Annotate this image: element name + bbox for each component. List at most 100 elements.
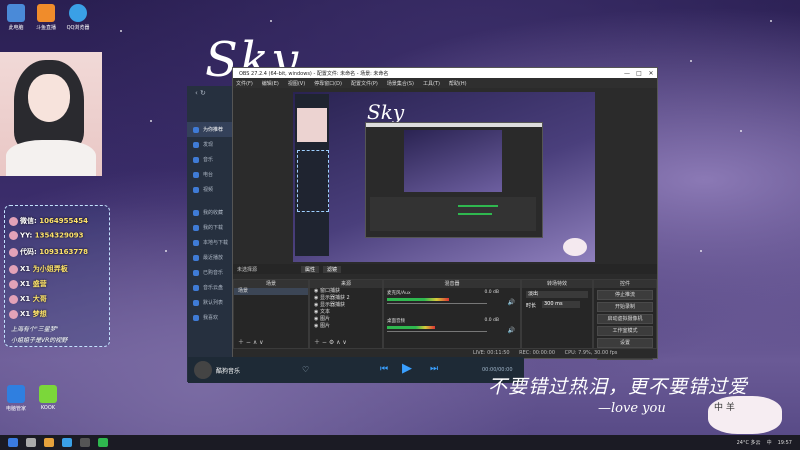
sidebar-item[interactable]: 为你推荐	[187, 122, 233, 137]
maximize-icon[interactable]: □	[633, 70, 645, 77]
explorer-icon[interactable]	[44, 438, 54, 447]
gift-footer-line: 上海有个"三星梦"	[11, 326, 59, 333]
sidebar-item[interactable]: 我的收藏	[187, 205, 233, 220]
audio-meter	[387, 298, 449, 301]
source-item[interactable]: ◉ 窗口捕获	[310, 288, 382, 295]
menu-profile[interactable]: 配置文件(P)	[351, 80, 378, 87]
menu-help[interactable]: 帮助(H)	[449, 80, 467, 87]
studio-mode-button[interactable]: 工作室模式	[597, 326, 653, 336]
no-source-label: 未选择源	[237, 266, 258, 273]
source-add-remove-icons[interactable]: ＋ − ⚙ ∧ ∨	[314, 337, 347, 346]
computer-icon	[7, 4, 25, 22]
gift-footer-line: 小姐姐子是VR的视野	[11, 337, 68, 344]
start-recording-button[interactable]: 开始录制	[597, 302, 653, 312]
weather[interactable]: 24°C 多云	[737, 439, 761, 446]
menu-scene-collection[interactable]: 场景集合(S)	[387, 80, 414, 87]
menu-view[interactable]: 视图(V)	[288, 80, 305, 87]
menu-docks[interactable]: 停靠窗口(D)	[314, 80, 342, 87]
duration-input[interactable]: 300 ms	[542, 301, 580, 308]
eye-icon[interactable]: ◉	[314, 316, 318, 322]
pig-sticker: 中 羊	[708, 396, 782, 434]
menu-file[interactable]: 文件(F)	[236, 80, 253, 87]
menu-tools[interactable]: 工具(T)	[423, 80, 440, 87]
cpu-fps: CPU: 7.9%, 30.00 fps	[564, 350, 618, 356]
obs-titlebar[interactable]: OBS 27.2.4 (64-bit, windows) - 配置文件: 未命名…	[233, 68, 657, 78]
sidebar-item[interactable]: 最近播放	[187, 250, 233, 265]
desktop-icon-kook[interactable]: KOOK	[34, 385, 62, 411]
source-item[interactable]: ◉ 文本	[310, 309, 382, 316]
source-item[interactable]: ◉ 图片	[310, 316, 382, 323]
obs-taskbar-icon[interactable]	[80, 438, 90, 447]
scene-item[interactable]: 场景	[234, 288, 308, 295]
qq-browser-icon	[69, 4, 87, 22]
desktop-icon-qq-browser[interactable]: QQ浏览器	[64, 4, 92, 31]
search-icon[interactable]	[26, 438, 36, 447]
sidebar-item[interactable]: 默认列表	[187, 295, 233, 310]
virtual-camera-button[interactable]: 启动虚拟摄像机	[597, 314, 653, 324]
nav-back-icon[interactable]: ‹ ↻	[187, 86, 233, 100]
speaker-icon[interactable]: 🔊	[508, 299, 515, 306]
eye-icon[interactable]: ◉	[314, 302, 318, 308]
gift-overlay: 微信: 1064955454 YY: 1354329093 代码: 109316…	[4, 205, 110, 347]
properties-button[interactable]: 属性	[301, 265, 320, 273]
eye-icon[interactable]: ◉	[314, 323, 318, 329]
preview-gift-overlay	[297, 150, 329, 212]
minimize-icon[interactable]: —	[621, 70, 633, 77]
volume-slider[interactable]	[387, 331, 487, 332]
sources-dock: 来源 ◉ 窗口捕获 ◉ 显示器捕获 2 ◉ 显示器捕获 ◉ 文本 ◉ 图片 ◉ …	[309, 279, 383, 349]
filters-button[interactable]: 滤镜	[323, 265, 342, 273]
audio-meter	[387, 326, 435, 329]
system-tray: 24°C 多云 中 19:57	[731, 439, 800, 447]
sources-header: 来源	[310, 280, 382, 288]
sidebar-item[interactable]: 我的下载	[187, 220, 233, 235]
obs-preview[interactable]: Sky	[293, 92, 595, 262]
stop-streaming-button[interactable]: 停止推流	[597, 290, 653, 300]
menu-edit[interactable]: 编辑(E)	[262, 80, 279, 87]
browser-icon[interactable]	[62, 438, 72, 447]
transitions-dock: 转场特效 淡出 时长 300 ms	[521, 279, 593, 349]
source-item[interactable]: ◉ 显示器捕获	[310, 302, 382, 309]
mixer-dock: 混音器 麦克风/Aux 0.0 dB 🔊 桌面音频 0.0 dB 🔊	[383, 279, 521, 349]
sidebar-item[interactable]: 音乐	[187, 152, 233, 167]
eye-icon[interactable]: ◉	[314, 288, 318, 294]
kook-icon	[39, 385, 57, 403]
mixer-channel-desktop: 桌面音频 0.0 dB 🔊	[387, 318, 515, 334]
desktop-icon-douyu[interactable]: 斗鱼直播	[32, 4, 60, 31]
sidebar-item[interactable]: 我喜欢	[187, 310, 233, 325]
sidebar-item[interactable]: 本地与下载	[187, 235, 233, 250]
transition-select[interactable]: 淡出	[526, 291, 588, 298]
controls-header: 控件	[594, 280, 656, 288]
scenes-header: 场景	[234, 280, 308, 288]
sidebar-item[interactable]: 已购音乐	[187, 265, 233, 280]
close-icon[interactable]: ✕	[645, 70, 657, 77]
eye-icon[interactable]: ◉	[314, 295, 318, 301]
next-icon[interactable]: ⏭	[430, 364, 438, 374]
album-art[interactable]	[194, 361, 212, 379]
eye-icon[interactable]: ◉	[314, 309, 318, 315]
previous-icon[interactable]: ⏮	[380, 364, 388, 374]
source-item[interactable]: ◉ 图片	[310, 323, 382, 330]
obs-menubar: 文件(F) 编辑(E) 视图(V) 停靠窗口(D) 配置文件(P) 场景集合(S…	[233, 78, 657, 88]
sidebar-item[interactable]: 发现	[187, 137, 233, 152]
scene-add-remove-icons[interactable]: ＋ − ∧ ∨	[238, 337, 264, 346]
music-taskbar-icon[interactable]	[98, 438, 108, 447]
sidebar-item[interactable]: 视频	[187, 182, 233, 197]
desktop-icon-this-pc[interactable]: 此电脑	[2, 4, 30, 31]
sidebar-item[interactable]: 电台	[187, 167, 233, 182]
taskbar: 24°C 多云 中 19:57	[0, 435, 800, 450]
play-icon[interactable]: ▶	[402, 361, 412, 376]
language-indicator[interactable]: 中	[767, 439, 772, 446]
volume-slider[interactable]	[387, 303, 487, 304]
clock[interactable]: 19:57	[778, 440, 792, 446]
music-sidebar: ‹ ↻ 为你推荐 发现 音乐 电台 视频 我的收藏 我的下载 本地与下载 最近播…	[187, 86, 233, 382]
mixer-channel-mic: 麦克风/Aux 0.0 dB 🔊	[387, 290, 515, 306]
start-icon[interactable]	[8, 438, 18, 447]
sidebar-item[interactable]: 音乐云盘	[187, 280, 233, 295]
like-icon[interactable]: ♡	[302, 365, 309, 374]
speaker-icon[interactable]: 🔊	[508, 327, 515, 334]
source-item[interactable]: ◉ 显示器捕获 2	[310, 295, 382, 302]
obs-source-toolbar: 未选择源 属性 滤镜	[233, 264, 657, 274]
settings-button[interactable]: 设置	[597, 338, 653, 348]
desktop-icon-pc-manager[interactable]: 电脑管家	[2, 385, 30, 412]
controls-dock: 控件 停止推流 开始录制 启动虚拟摄像机 工作室模式 设置 退出	[593, 279, 657, 360]
